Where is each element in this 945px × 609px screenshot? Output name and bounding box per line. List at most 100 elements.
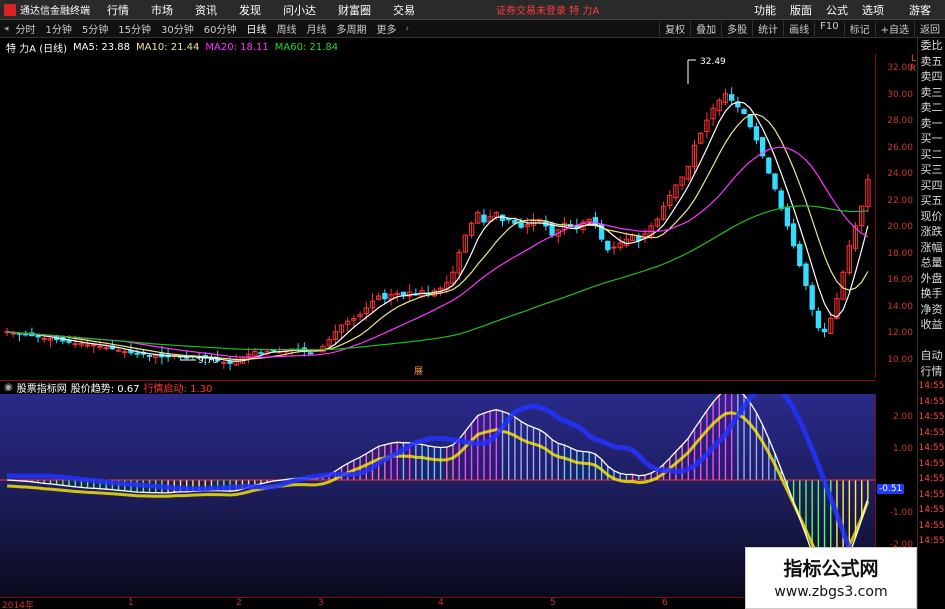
side-panel-item[interactable]: 外盘 <box>918 271 945 287</box>
side-panel-item[interactable]: 总量 <box>918 255 945 271</box>
candle-body <box>72 343 78 346</box>
candle-body <box>790 223 797 247</box>
side-panel-item[interactable]: 收益 <box>918 317 945 333</box>
side-panel-item[interactable]: 14:55 <box>918 488 945 504</box>
time-label: 6 <box>662 598 668 608</box>
side-panel-item[interactable]: 卖五 <box>918 54 945 70</box>
menu-trade[interactable]: 交易 <box>382 2 426 18</box>
side-panel-item[interactable]: 买四 <box>918 178 945 194</box>
period-tab-daily[interactable]: 日线 <box>241 21 271 36</box>
side-panel-item[interactable]: 卖二 <box>918 100 945 116</box>
trend-indicator-chart[interactable] <box>0 394 875 597</box>
menu-function[interactable]: 功能 <box>747 2 783 18</box>
candle-body <box>307 352 314 355</box>
menu-market[interactable]: 市场 <box>140 2 184 18</box>
side-panel-item[interactable]: 14:55 <box>918 534 945 550</box>
guest-label[interactable]: 游客 <box>891 2 945 18</box>
menu-quotes[interactable]: 行情 <box>96 2 140 18</box>
time-label: 1 <box>128 598 134 608</box>
side-panel-item[interactable]: 卖一 <box>918 116 945 132</box>
overlay-button[interactable]: 叠加 <box>690 21 721 36</box>
event-marker-icon[interactable]: 展 <box>414 366 423 377</box>
side-panel-item[interactable]: 14:55 <box>918 410 945 426</box>
side-panel-item[interactable]: 14:55 <box>918 519 945 535</box>
side-panel-item[interactable]: 14:55 <box>918 503 945 519</box>
candle-body <box>66 340 72 343</box>
side-panel-item[interactable]: 卖三 <box>918 85 945 101</box>
statistics-button[interactable]: 统计 <box>752 21 783 36</box>
price-tick: 20.00 <box>887 222 913 232</box>
side-panel-item[interactable]: 14:55 <box>918 472 945 488</box>
menu-options[interactable]: 选项 <box>855 2 891 18</box>
add-watchlist-button[interactable]: +自选 <box>874 21 914 36</box>
time-label: 2 <box>236 598 242 608</box>
period-tab-30min[interactable]: 30分钟 <box>156 21 199 36</box>
back-button[interactable]: 返回 <box>914 21 945 36</box>
menu-discover[interactable]: 发现 <box>228 2 272 18</box>
period-toolbar: ◂ 分时 1分钟 5分钟 15分钟 30分钟 60分钟 日线 周线 月线 多周期… <box>0 20 945 38</box>
time-label: 3 <box>318 598 324 608</box>
side-panel-item[interactable]: 涨跌 <box>918 224 945 240</box>
side-panel-item[interactable]: 委比 <box>918 38 945 54</box>
adjust-button[interactable]: 复权 <box>659 21 690 36</box>
side-panel-item[interactable]: 净资 <box>918 302 945 318</box>
ma60-line <box>7 205 868 351</box>
period-tab-more[interactable]: 更多 <box>371 21 401 36</box>
side-panel-item[interactable]: 14:55 <box>918 426 945 442</box>
period-tab-1min[interactable]: 1分钟 <box>41 21 77 36</box>
login-notice[interactable]: 证券交易未登录 特 力A <box>496 2 599 17</box>
candlestick-chart[interactable]: 32.49 9.70 展 <box>0 54 875 378</box>
period-tab-multi[interactable]: 多周期 <box>331 21 371 36</box>
candle-body <box>803 263 809 286</box>
menu-news[interactable]: 资讯 <box>184 2 228 18</box>
period-tab-5min[interactable]: 5分钟 <box>77 21 113 36</box>
side-panel-item[interactable]: 14:55 <box>918 457 945 473</box>
candle-body <box>97 345 103 348</box>
side-panel-item[interactable]: 买五 <box>918 193 945 209</box>
side-panel-item[interactable]: 14:55 <box>918 395 945 411</box>
side-panel-item[interactable]: 14:55 <box>918 379 945 395</box>
menu-formula[interactable]: 公式 <box>819 2 855 18</box>
ma-info-line: 特 力A (日线) MA5: 23.88 MA10: 21.44 MA20: 1… <box>0 40 339 55</box>
candle-body <box>481 214 487 223</box>
time-label: 4 <box>438 598 444 608</box>
ma60-value: MA60: 21.84 <box>274 41 339 53</box>
side-panel-item[interactable]: 行情 <box>918 364 945 380</box>
price-tick: 22.00 <box>887 196 913 206</box>
menu-ask[interactable]: 问小达 <box>272 2 327 18</box>
period-tab-15min[interactable]: 15分钟 <box>113 21 156 36</box>
left-arrow-icon[interactable]: ◂ <box>0 24 11 34</box>
candle-body <box>815 310 822 329</box>
mark-button[interactable]: 标记 <box>843 21 875 36</box>
side-panel-item[interactable]: 现价 <box>918 209 945 225</box>
side-panel-item[interactable]: 买二 <box>918 147 945 163</box>
period-tab-60min[interactable]: 60分钟 <box>199 21 242 36</box>
side-panel-item[interactable]: 自动 <box>918 348 945 364</box>
side-panel-item[interactable]: 买一 <box>918 131 945 147</box>
side-panel-item[interactable]: 换手 <box>918 286 945 302</box>
f10-button[interactable]: F10 <box>814 21 843 36</box>
watermark-title: 指标公式网 <box>783 558 879 580</box>
candle-body <box>10 332 16 335</box>
side-panel-item[interactable]: 涨幅 <box>918 240 945 256</box>
menu-wealth[interactable]: 财富圈 <box>327 2 382 18</box>
price-tick: 14.00 <box>887 302 913 312</box>
price-tick: 26.00 <box>887 143 913 153</box>
menu-layout[interactable]: 版面 <box>783 2 819 18</box>
more-arrow-icon[interactable]: › <box>401 24 411 34</box>
period-tab-monthly[interactable]: 月线 <box>301 21 331 36</box>
multi-stock-button[interactable]: 多股 <box>721 21 752 36</box>
side-panel-item[interactable]: 买三 <box>918 162 945 178</box>
period-tab-weekly[interactable]: 周线 <box>271 21 301 36</box>
period-tab-intraday[interactable]: 分时 <box>11 21 41 36</box>
side-panel-item[interactable]: 卖四 <box>918 69 945 85</box>
ma5-line <box>7 101 869 362</box>
candles-group <box>4 87 871 371</box>
indicator-settings-icon[interactable]: ◉ <box>4 382 13 393</box>
candle-body <box>753 126 760 141</box>
trend-value: 股价趋势: 0.67 <box>70 384 140 395</box>
side-panel-item[interactable] <box>918 333 945 349</box>
side-panel-item[interactable]: 14:55 <box>918 441 945 457</box>
indicator-source[interactable]: 股票指标网 <box>17 380 67 395</box>
draw-line-button[interactable]: 画线 <box>783 21 814 36</box>
